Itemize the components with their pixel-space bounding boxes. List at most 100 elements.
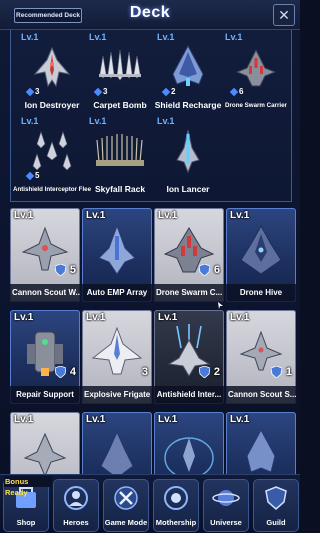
shield-type-icon <box>55 366 66 378</box>
card-tile[interactable]: Lv.1 Drone Hive <box>226 208 296 302</box>
nav-label: Game Mode <box>104 518 148 527</box>
deck-panel: Lv.1 3 Ion Destroyer Lv.1 3 Carpet Bomb <box>10 30 292 202</box>
card-tile[interactable]: Lv.1 6 Drone Swarm C... <box>154 208 224 302</box>
card-level: Lv.1 <box>86 312 106 323</box>
deck-card[interactable]: Lv.1 Skyfall Rack <box>87 116 153 200</box>
card-level: Lv.1 <box>158 414 178 425</box>
nav-mothership[interactable]: Mothership <box>153 479 199 532</box>
card-name: Cannon Scout S... <box>226 386 296 404</box>
card-name: Drone Hive <box>226 284 296 302</box>
card-level: Lv.1 <box>157 32 175 42</box>
gem-icon <box>229 87 239 97</box>
nav-label: Mothership <box>155 518 197 527</box>
shield-type-icon <box>199 264 210 276</box>
nav-label: Heroes <box>63 518 89 527</box>
card-count-badge: 6 <box>229 87 244 97</box>
card-name: Drone Swarm Carrier <box>225 102 287 109</box>
explosive-frigate-icon <box>91 326 143 375</box>
card-level: Lv.1 <box>21 116 39 126</box>
shield-recharge-ship-icon <box>172 44 204 86</box>
card-count: 4 <box>69 366 76 378</box>
pointer-cursor-icon <box>218 302 223 309</box>
card-level: Lv.1 <box>158 312 178 323</box>
header-bar: Recommended Deck Deck ✕ <box>0 0 300 30</box>
deck-card[interactable]: Lv.1 6 Drone Swarm Carrier <box>223 32 289 116</box>
card-count-badge: 5 <box>25 171 39 181</box>
deck-screen: Recommended Deck Deck ✕ Lv.1 3 Ion Destr… <box>0 0 300 533</box>
antishield-interceptor-icon <box>167 324 211 377</box>
guild-icon <box>265 486 287 510</box>
nav-game-mode[interactable]: Game Mode <box>103 479 149 532</box>
nav-guild[interactable]: Guild <box>253 479 299 532</box>
drone-swarm-carrier-icon <box>235 48 277 87</box>
card-tile[interactable]: Lv.1 1 Cannon Scout S... <box>226 310 296 404</box>
card-count-badge: 3 <box>93 87 107 97</box>
close-button[interactable]: ✕ <box>273 4 295 26</box>
ion-lancer-ship-icon <box>176 129 200 174</box>
card-level: Lv.1 <box>89 32 107 42</box>
card-tile[interactable]: Lv.1 3 Explosive Frigate <box>82 310 152 404</box>
card-tile[interactable]: Lv.1 2 Antishield Inter... <box>154 310 224 404</box>
card-level: Lv.1 <box>157 116 175 126</box>
card-count: 3 <box>141 366 148 378</box>
card-level: Lv.1 <box>21 32 39 42</box>
card-level: Lv.1 <box>86 210 106 221</box>
card-name: Ion Lancer <box>166 184 210 194</box>
card-count: 6 <box>213 264 220 276</box>
card-count: 3 <box>35 87 40 96</box>
nav-label: Guild <box>266 518 286 527</box>
ion-destroyer-ship-icon <box>33 46 71 88</box>
card-level: Lv.1 <box>14 414 34 425</box>
deck-card[interactable]: Lv.1 2 Shield Recharge <box>155 32 222 116</box>
antishield-interceptor-fleet-icon <box>32 131 72 171</box>
card-name: Carpet Bomb <box>93 100 147 110</box>
card-tile[interactable]: Lv.1 5 Cannon Scout W... <box>10 208 80 302</box>
card-count: 2 <box>213 366 220 378</box>
shield-type-icon <box>55 264 66 276</box>
mothership-icon <box>164 486 188 510</box>
card-name: Antishield Interceptor Fleet <box>13 186 91 193</box>
gem-icon <box>93 87 103 97</box>
close-icon: ✕ <box>278 7 290 23</box>
card-name: Shield Recharge <box>154 100 222 110</box>
card-count-badge: 2 <box>161 87 176 97</box>
card-name: Auto EMP Array <box>82 284 152 302</box>
card-level: Lv.1 <box>14 210 34 221</box>
deck-card[interactable]: Lv.1 3 Ion Destroyer <box>19 32 85 116</box>
deck-card[interactable]: Lv.1 3 Carpet Bomb <box>87 32 153 116</box>
card-name: Drone Swarm C... <box>154 284 224 302</box>
nav-heroes[interactable]: Heroes <box>53 479 99 532</box>
card-tile[interactable]: Lv.1 Auto EMP Array <box>82 208 152 302</box>
card-count: 2 <box>171 87 176 96</box>
card-name: Explosive Frigate <box>82 386 152 404</box>
game-mode-icon <box>114 486 138 510</box>
gem-icon <box>25 87 35 97</box>
cannon-scout-ship-icon <box>239 330 283 371</box>
deck-card[interactable]: Lv.1 Ion Lancer <box>155 116 221 200</box>
nav-label: Shop <box>16 518 36 527</box>
card-level: Lv.1 <box>230 312 250 323</box>
card-level: Lv.1 <box>225 32 243 42</box>
card-level: Lv.1 <box>230 210 250 221</box>
deck-card[interactable]: Lv.1 5 Antishield Interceptor Fleet <box>13 116 91 200</box>
recommended-deck-button[interactable]: Recommended Deck <box>14 8 82 23</box>
universe-icon <box>212 490 240 506</box>
card-tile[interactable]: Lv.1 4 Repair Support <box>10 310 80 404</box>
card-level: Lv.1 <box>158 210 178 221</box>
repair-support-ship-icon <box>27 331 63 376</box>
drone-swarm-carrier-icon <box>163 227 215 273</box>
carpet-bomb-fleet-icon <box>99 49 141 81</box>
nav-universe[interactable]: Universe <box>203 479 249 532</box>
card-level: Lv.1 <box>89 116 107 126</box>
card-name: Antishield Inter... <box>154 386 224 404</box>
card-level: Lv.1 <box>230 414 250 425</box>
card-count: 6 <box>239 87 244 96</box>
auto-emp-array-icon <box>98 224 136 275</box>
gem-icon <box>25 171 35 181</box>
card-level: Lv.1 <box>14 312 34 323</box>
bonus-ready-label: Bonus Ready <box>4 476 52 497</box>
gem-icon <box>161 87 171 97</box>
card-count: 1 <box>285 366 292 378</box>
card-count: 5 <box>69 264 76 276</box>
card-level: Lv.1 <box>86 414 106 425</box>
